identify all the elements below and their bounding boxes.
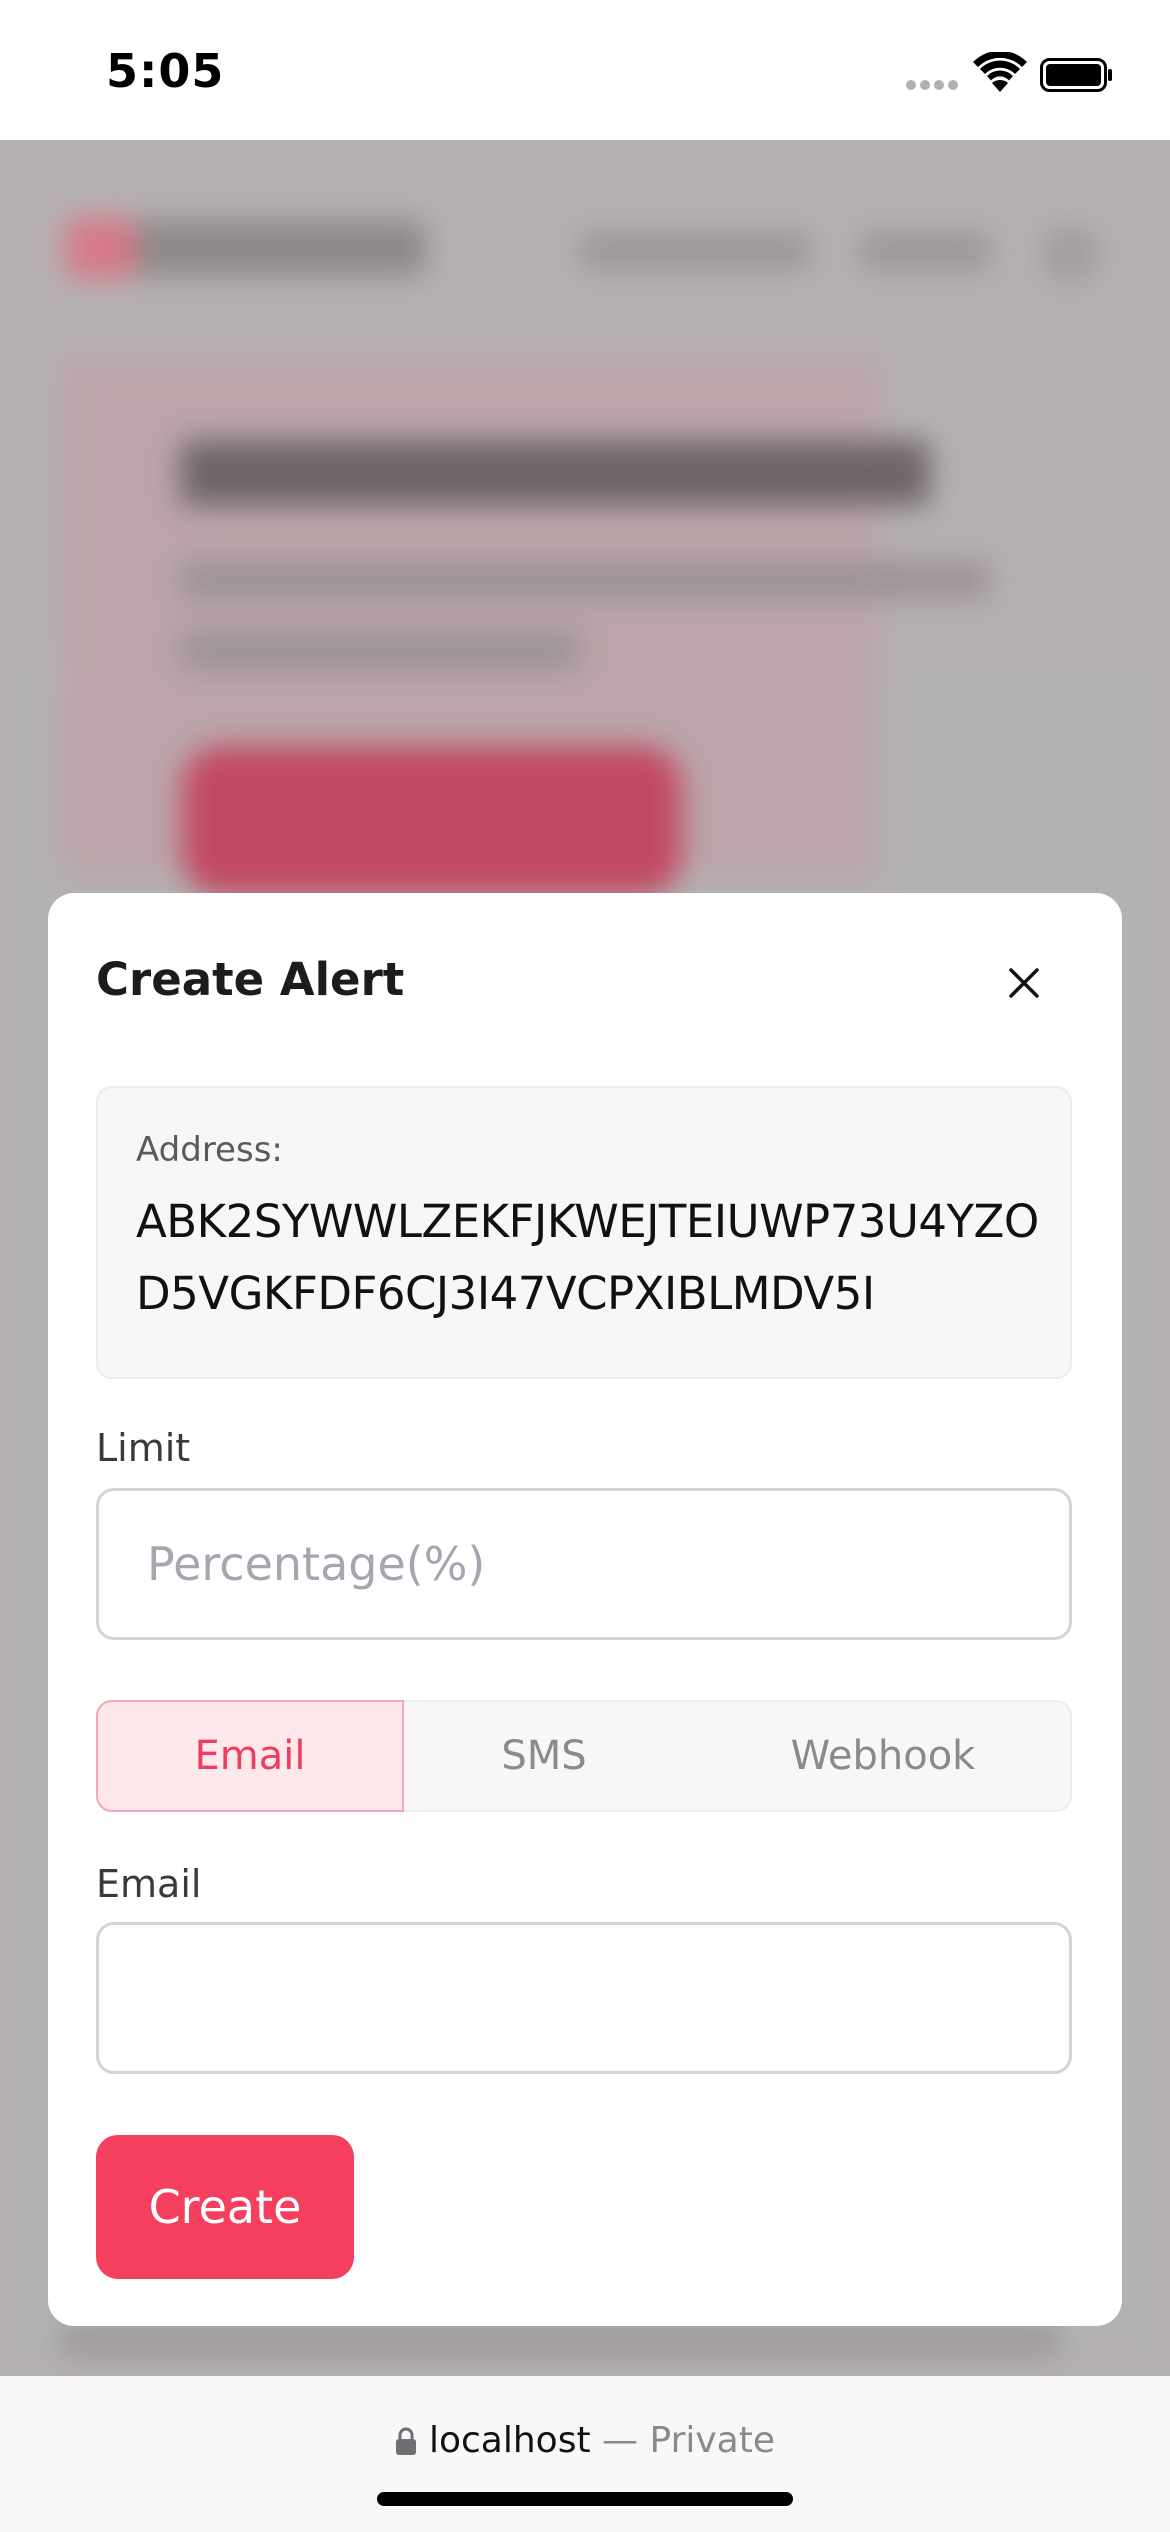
limit-label: Limit bbox=[96, 1426, 191, 1470]
background-nav-link bbox=[860, 232, 990, 270]
home-indicator[interactable] bbox=[377, 2492, 793, 2506]
background-hero-text bbox=[180, 560, 990, 600]
background-hero-text bbox=[180, 630, 580, 670]
tab-sms[interactable]: SMS bbox=[404, 1700, 684, 1812]
url-private-label: — Private bbox=[602, 2420, 775, 2461]
address-label: Address: bbox=[136, 1130, 283, 1170]
browser-address-bar[interactable]: localhost — Private bbox=[0, 2376, 1170, 2532]
status-bar: 5:05 bbox=[0, 0, 1170, 140]
tab-email[interactable]: Email bbox=[96, 1700, 404, 1812]
status-time: 5:05 bbox=[106, 44, 225, 98]
url-display[interactable]: localhost — Private bbox=[0, 2420, 1170, 2461]
tab-webhook[interactable]: Webhook bbox=[718, 1700, 1048, 1812]
background-nav-icon bbox=[1040, 224, 1100, 284]
background-logo-mark bbox=[66, 218, 136, 278]
create-button[interactable]: Create bbox=[96, 2135, 354, 2279]
close-icon bbox=[1009, 968, 1039, 998]
battery-icon bbox=[1040, 58, 1112, 92]
address-box: Address: ABK2SYWWLZEKFJKWEJTEIUWP73U4YZO… bbox=[96, 1086, 1072, 1379]
signal-icon bbox=[906, 80, 960, 92]
background-hero-title bbox=[180, 440, 930, 506]
notification-type-tabs: Email SMS Webhook bbox=[96, 1700, 1072, 1812]
create-alert-modal: Create Alert Address: ABK2SYWWLZEKFJKWEJ… bbox=[48, 893, 1122, 2326]
email-label: Email bbox=[96, 1862, 202, 1906]
background-footer-text bbox=[60, 2326, 1060, 2356]
close-button[interactable] bbox=[994, 953, 1054, 1013]
modal-title: Create Alert bbox=[96, 953, 405, 1006]
wifi-icon bbox=[973, 52, 1027, 92]
lock-icon bbox=[395, 2427, 416, 2455]
background-nav-link bbox=[580, 232, 810, 270]
limit-input[interactable] bbox=[96, 1488, 1072, 1640]
background-hero-button bbox=[182, 746, 682, 896]
url-host: localhost bbox=[428, 2420, 591, 2461]
email-input[interactable] bbox=[96, 1922, 1072, 2074]
address-value: ABK2SYWWLZEKFJKWEJTEIUWP73U4YZOD5VGKFDF6… bbox=[136, 1195, 1039, 1320]
